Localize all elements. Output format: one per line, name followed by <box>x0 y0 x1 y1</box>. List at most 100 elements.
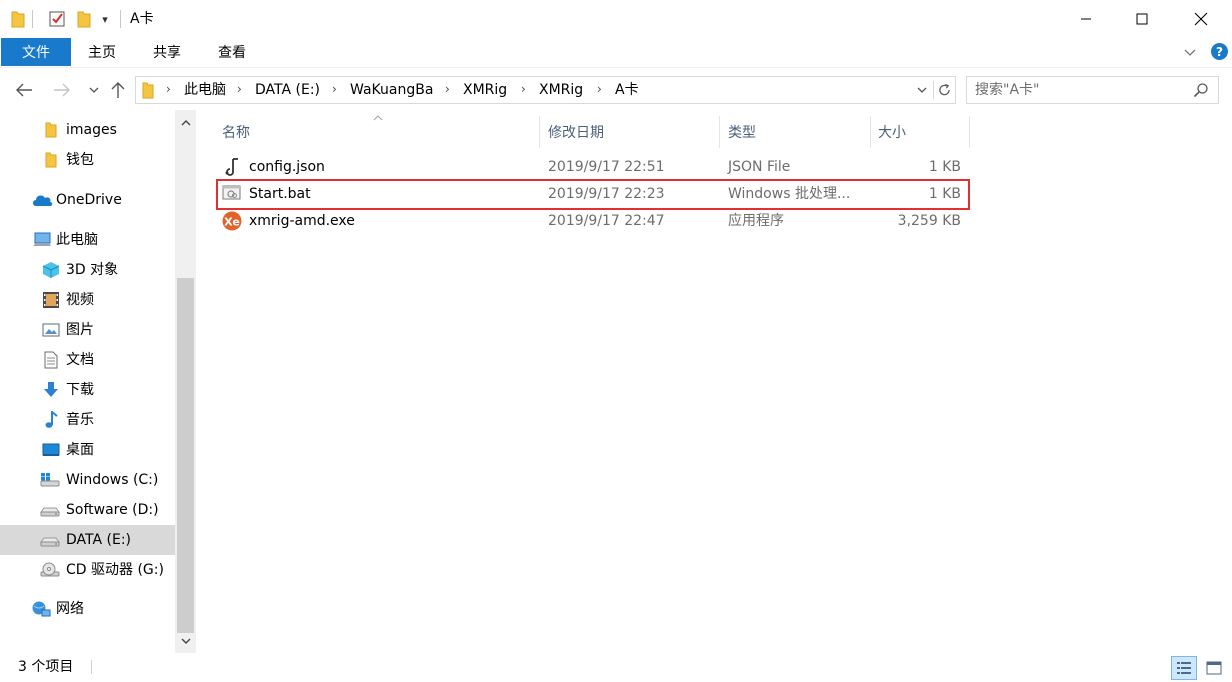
nav-label: CD 驱动器 (G:) <box>66 562 164 578</box>
nav-item-pictures[interactable]: 图片 <box>0 315 175 345</box>
file-size: 3,259 KB <box>897 213 961 229</box>
scroll-up-button[interactable] <box>175 113 196 133</box>
column-divider[interactable] <box>539 116 540 148</box>
navigation-scrollbar[interactable] <box>175 110 196 653</box>
nav-item-cd-drive[interactable]: CD 驱动器 (G:) <box>0 555 175 585</box>
tab-home[interactable]: 主页 <box>88 38 116 66</box>
breadcrumb-separator[interactable]: › <box>445 82 450 96</box>
help-icon[interactable]: ? <box>1211 43 1228 60</box>
nav-label: 网络 <box>56 601 84 617</box>
nav-item-data-drive[interactable]: DATA (E:) <box>0 525 175 555</box>
nav-item-desktop[interactable]: 桌面 <box>0 435 175 465</box>
recent-locations-button[interactable] <box>84 80 104 100</box>
breadcrumb-data-drive[interactable]: DATA (E:) <box>255 81 320 99</box>
breadcrumb-wakuangba[interactable]: WaKuangBa <box>350 81 433 99</box>
address-history-chevron-icon[interactable] <box>915 83 929 97</box>
large-icons-view-button[interactable] <box>1202 656 1226 680</box>
documents-icon <box>42 351 60 369</box>
file-list: 名称 修改日期 类型 大小 config.json 2019/9/17 22:5… <box>196 110 1232 653</box>
item-count: 3 个项目 <box>18 659 74 675</box>
scrollbar-thumb[interactable] <box>177 278 194 633</box>
nav-label: 此电脑 <box>56 232 98 248</box>
column-header-name[interactable]: 名称 <box>222 118 250 146</box>
column-divider[interactable] <box>719 116 720 148</box>
folder-icon <box>142 82 154 103</box>
breadcrumb-separator[interactable]: › <box>332 82 337 96</box>
forward-button[interactable] <box>52 80 72 100</box>
file-row-xmrig-amd-exe[interactable]: Xe xmrig-amd.exe 2019/9/17 22:47 应用程序 3,… <box>218 208 968 235</box>
nav-item-this-pc[interactable]: 此电脑 <box>0 225 175 255</box>
file-row-config-json[interactable]: config.json 2019/9/17 22:51 JSON File 1 … <box>218 154 968 181</box>
refresh-button[interactable] <box>933 81 951 99</box>
status-divider <box>91 660 92 674</box>
json-file-icon <box>222 157 242 177</box>
file-size: 1 KB <box>928 159 961 175</box>
address-bar[interactable]: › 此电脑 › DATA (E:) › WaKuangBa › XMRig › … <box>135 76 956 104</box>
scroll-down-button[interactable] <box>175 631 196 651</box>
tab-file[interactable]: 文件 <box>1 38 71 66</box>
back-button[interactable] <box>14 80 34 100</box>
close-button[interactable] <box>1178 0 1224 38</box>
folder-icon <box>10 9 26 29</box>
maximize-icon <box>1136 13 1148 25</box>
minimize-icon <box>1081 18 1091 20</box>
svg-text:Xe: Xe <box>224 216 240 229</box>
expand-ribbon-icon[interactable] <box>1182 44 1198 60</box>
cd-drive-icon <box>40 561 60 579</box>
nav-item-downloads[interactable]: 下载 <box>0 375 175 405</box>
file-row-start-bat[interactable]: Start.bat 2019/9/17 22:23 Windows 批处理...… <box>216 179 970 210</box>
column-header-type[interactable]: 类型 <box>728 118 756 146</box>
quick-access-dropdown-icon[interactable]: ▾ <box>98 9 112 29</box>
properties-icon[interactable] <box>46 9 68 29</box>
column-header-size[interactable]: 大小 <box>878 118 906 146</box>
nav-item-windows-drive[interactable]: Windows (C:) <box>0 465 175 495</box>
search-icon[interactable] <box>1193 82 1209 102</box>
nav-item-3d-objects[interactable]: 3D 对象 <box>0 255 175 285</box>
file-modified-date: 2019/9/17 22:51 <box>548 159 665 175</box>
up-button[interactable] <box>108 80 128 100</box>
breadcrumb-separator[interactable]: › <box>521 82 526 96</box>
file-type: JSON File <box>728 159 791 175</box>
nav-item-music[interactable]: 音乐 <box>0 405 175 435</box>
nav-item-wallet[interactable]: 钱包 <box>0 145 175 175</box>
breadcrumb-xmrig-sub[interactable]: XMRig <box>539 81 583 99</box>
tab-share[interactable]: 共享 <box>153 38 181 66</box>
details-view-button[interactable] <box>1171 656 1197 680</box>
nav-item-documents[interactable]: 文档 <box>0 345 175 375</box>
nav-label: images <box>66 122 117 138</box>
nav-label: 图片 <box>66 322 94 338</box>
breadcrumb-separator[interactable]: › <box>597 82 602 96</box>
xmrig-app-icon: Xe <box>222 211 242 231</box>
nav-item-onedrive[interactable]: OneDrive <box>0 185 175 215</box>
maximize-button[interactable] <box>1119 0 1165 38</box>
nav-item-software-drive[interactable]: Software (D:) <box>0 495 175 525</box>
ribbon: 文件 主页 共享 查看 ? <box>0 38 1232 68</box>
nav-item-network[interactable]: 网络 <box>0 594 175 624</box>
breadcrumb-current-folder[interactable]: A卡 <box>615 81 639 99</box>
minimize-button[interactable] <box>1063 0 1109 38</box>
breadcrumb-separator[interactable]: › <box>237 82 242 96</box>
nav-item-videos[interactable]: 视频 <box>0 285 175 315</box>
column-header-modified[interactable]: 修改日期 <box>548 118 604 146</box>
tab-view[interactable]: 查看 <box>218 38 246 66</box>
windows-drive-icon <box>40 471 60 489</box>
breadcrumb-xmrig[interactable]: XMRig <box>463 81 507 99</box>
title-bar: ▾ A卡 <box>0 0 1232 38</box>
videos-icon <box>42 291 60 309</box>
pictures-icon <box>42 321 60 339</box>
file-name: xmrig-amd.exe <box>249 213 355 229</box>
nav-label: 3D 对象 <box>66 262 119 278</box>
nav-item-images[interactable]: images <box>0 115 175 145</box>
drive-icon <box>40 501 60 519</box>
new-folder-icon[interactable] <box>74 9 94 29</box>
column-divider[interactable] <box>870 116 871 148</box>
details-view-icon <box>1177 662 1191 674</box>
network-icon <box>31 600 51 618</box>
folder-icon <box>42 151 60 169</box>
search-box[interactable] <box>966 76 1219 104</box>
nav-label: 音乐 <box>66 412 94 428</box>
breadcrumb-this-pc[interactable]: 此电脑 <box>184 81 226 99</box>
breadcrumb-separator[interactable]: › <box>166 82 171 96</box>
search-input[interactable] <box>975 81 1185 99</box>
column-divider[interactable] <box>969 116 970 148</box>
